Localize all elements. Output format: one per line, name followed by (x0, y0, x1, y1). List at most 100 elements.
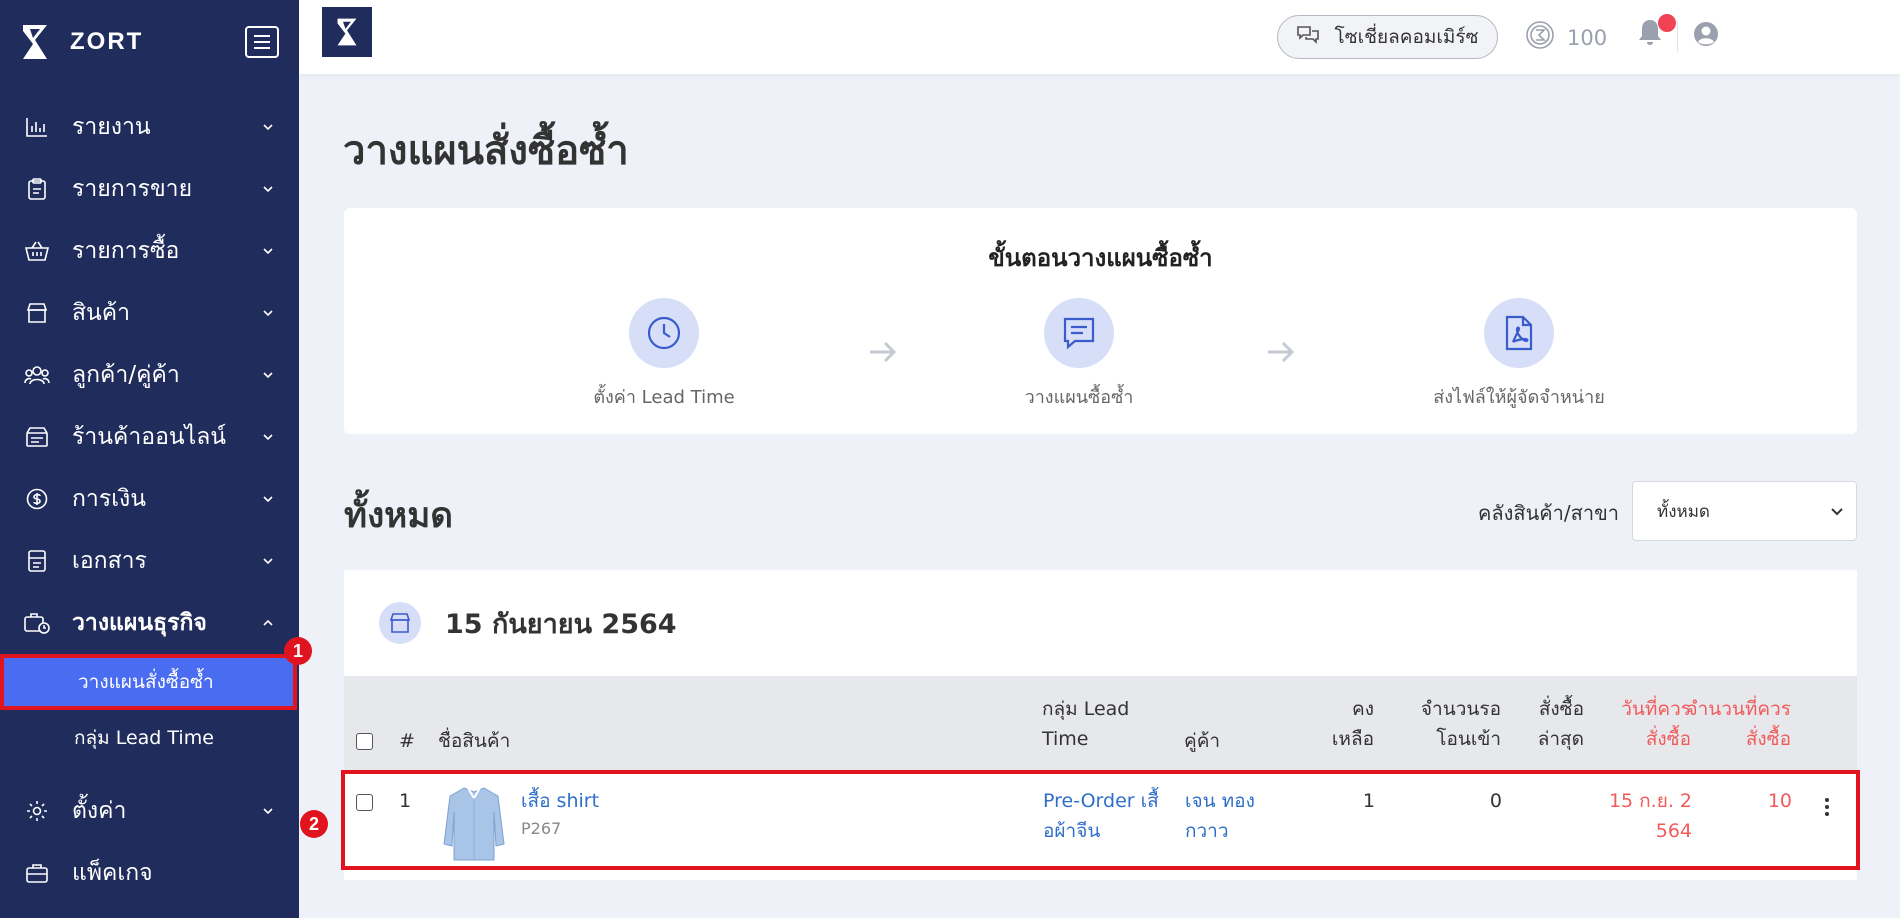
gear-icon (24, 798, 50, 824)
business-plan-icon (24, 610, 50, 636)
chevron-down-icon (261, 244, 275, 258)
partner-link[interactable]: เจน ทอง กวาว (1185, 786, 1255, 846)
sidebar-item-purchases[interactable]: รายการซื้อ (0, 220, 299, 282)
column-header-remaining[interactable]: คง เหลือ (1274, 694, 1374, 754)
online-store-icon (24, 424, 50, 450)
column-header-name[interactable]: ชื่อสินค้า (438, 726, 510, 756)
bar-chart-icon (24, 114, 50, 140)
user-avatar-icon[interactable] (1692, 20, 1720, 52)
product-sku: P267 (521, 819, 562, 838)
cell-line: กวาว (1185, 820, 1229, 842)
annotation-marker-1: 1 (284, 637, 312, 665)
step-label: วางแผนซื้อซ้ำ (1024, 387, 1134, 408)
column-header-lead-group[interactable]: กลุ่ม Lead Time (1042, 694, 1129, 754)
sidebar-item-label: รายการขาย (72, 176, 193, 202)
page-title: วางแผนสั่งซื้อซ้ำ (343, 128, 629, 174)
chevron-down-icon (261, 182, 275, 196)
chevron-down-icon (261, 368, 275, 382)
document-icon (24, 548, 50, 574)
sidebar-item-business-plan[interactable]: วางแผนธุรกิจ (0, 592, 299, 654)
sidebar-subitem-lead-time-group[interactable]: กลุ่ม Lead Time (0, 710, 299, 766)
credit-balance[interactable]: 100 (1525, 20, 1607, 55)
basket-icon (24, 238, 50, 264)
sidebar-item-finance[interactable]: การเงิน (0, 468, 299, 530)
sidebar-item-reports[interactable]: รายงาน (0, 96, 299, 158)
group-date: 15 กันยายน 2564 (445, 608, 677, 640)
credit-value: 100 (1567, 25, 1608, 50)
store-icon (24, 300, 50, 326)
product-thumbnail[interactable] (442, 784, 506, 862)
column-header-line: สั่งซื้อ (1745, 728, 1791, 750)
column-header-line: เหลือ (1331, 728, 1374, 750)
reorder-list-card: 15 กันยายน 2564 # ชื่อสินค้า กลุ่ม Lead … (341, 570, 1860, 880)
column-header-line: จำนวนที่ควร (1686, 698, 1791, 720)
chevron-down-icon (261, 554, 275, 568)
clipboard-icon (24, 176, 50, 202)
step-label: ส่งไฟล์ให้ผู้จัดจำหน่าย (1433, 387, 1605, 408)
steps-title: ขั้นตอนวางแผนซื้อซ้ำ (988, 244, 1213, 272)
sidebar-item-sales[interactable]: รายการขาย (0, 158, 299, 220)
box-icon (379, 602, 421, 644)
zort-coin-icon (1525, 20, 1555, 55)
chevron-up-icon (261, 616, 275, 630)
cell-line: เจน ทอง (1185, 790, 1255, 812)
step-lead-time[interactable]: ตั้งค่า Lead Time (544, 298, 784, 411)
lead-group-link[interactable]: Pre-Order เสื้ อผ้าจีน (1043, 786, 1159, 846)
sidebar: ZORT รายงาน รายการขาย รายการซื้อ สินค้า … (0, 0, 299, 918)
zort-logo-icon[interactable] (322, 7, 372, 57)
more-options-icon[interactable] (1825, 798, 1829, 816)
sidebar-item-documents[interactable]: เอกสาร (0, 530, 299, 592)
brand-name: ZORT (70, 28, 144, 55)
sidebar-item-online-store[interactable]: ร้านค้าออนไลน์ (0, 406, 299, 468)
sidebar-nav-bottom: ตั้งค่า แพ็คเกจ (0, 780, 299, 904)
select-all-checkbox[interactable] (356, 733, 373, 750)
sidebar-item-label: รายงาน (72, 114, 151, 140)
step-reorder-plan[interactable]: วางแผนซื้อซ้ำ (959, 298, 1199, 411)
chevron-down-icon (261, 804, 275, 818)
sidebar-subitem-reorder-plan[interactable]: วางแผนสั่งซื้อซ้ำ (0, 654, 297, 710)
users-icon (24, 362, 50, 388)
briefcase-icon (24, 860, 50, 886)
sidebar-nav: รายงาน รายการขาย รายการซื้อ สินค้า ลูกค้… (0, 96, 299, 654)
sidebar-item-customers[interactable]: ลูกค้า/คู่ค้า (0, 344, 299, 406)
remaining-qty: 1 (1362, 790, 1375, 812)
sidebar-item-label: ลูกค้า/คู่ค้า (72, 362, 180, 388)
chevron-down-icon (261, 306, 275, 320)
chevron-down-icon (261, 120, 275, 134)
column-header-partner[interactable]: คู่ค้า (1184, 726, 1220, 756)
column-header-line: โอนเข้า (1436, 728, 1501, 750)
arrow-right-icon (868, 340, 898, 368)
sidebar-item-settings[interactable]: ตั้งค่า (0, 780, 299, 842)
row-no: 1 (399, 790, 412, 812)
sidebar-item-label: สินค้า (72, 300, 131, 326)
annotation-marker-2: 2 (300, 810, 328, 838)
sidebar-item-products[interactable]: สินค้า (0, 282, 299, 344)
sidebar-item-label: ร้านค้าออนไลน์ (72, 424, 227, 450)
topbar-divider (1677, 20, 1678, 52)
reorder-steps-card: ขั้นตอนวางแผนซื้อซ้ำ ตั้งค่า Lead Time ว… (344, 208, 1857, 434)
warehouse-filter-label: คลังสินค้า/สาขา (1478, 501, 1619, 525)
column-header-incoming[interactable]: จำนวนรอ โอนเข้า (1384, 694, 1501, 754)
sidebar-item-label: การเงิน (72, 486, 147, 512)
coin-icon (24, 486, 50, 512)
column-header-line: คง (1352, 698, 1374, 720)
chat-bubbles-icon (1296, 25, 1320, 50)
zort-logo-icon[interactable] (20, 22, 50, 62)
sidebar-item-package[interactable]: แพ็คเกจ (0, 842, 299, 904)
column-header-line: จำนวนรอ (1420, 698, 1501, 720)
sidebar-item-label: รายการซื้อ (72, 238, 180, 264)
warehouse-filter-select[interactable]: ทั้งหมด (1632, 481, 1857, 541)
date-group-header: 15 กันยายน 2564 (344, 570, 1857, 676)
column-header-order-qty[interactable]: จำนวนที่ควร สั่งซื้อ (1674, 694, 1791, 754)
chevron-down-icon (1830, 501, 1844, 521)
social-commerce-button[interactable]: โซเชี่ยลคอมเมิร์ซ (1277, 15, 1498, 59)
sidebar-subnav-business-plan: วางแผนสั่งซื้อซ้ำ กลุ่ม Lead Time (0, 654, 299, 766)
topbar: โซเชี่ยลคอมเมิร์ซ 100 (299, 0, 1900, 74)
product-name-link[interactable]: เสื้อ shirt (521, 786, 599, 816)
table-row[interactable]: 1 เสื้อ shirt P267 Pre-Order เสื้ อผ้าจี… (341, 770, 1860, 870)
step-send-supplier-file[interactable]: ส่งไฟล์ให้ผู้จัดจำหน่าย (1369, 298, 1669, 411)
column-header-line: Time (1042, 728, 1089, 750)
row-checkbox[interactable] (356, 794, 373, 811)
incoming-qty: 0 (1489, 790, 1502, 812)
menu-toggle-icon[interactable] (245, 26, 279, 58)
